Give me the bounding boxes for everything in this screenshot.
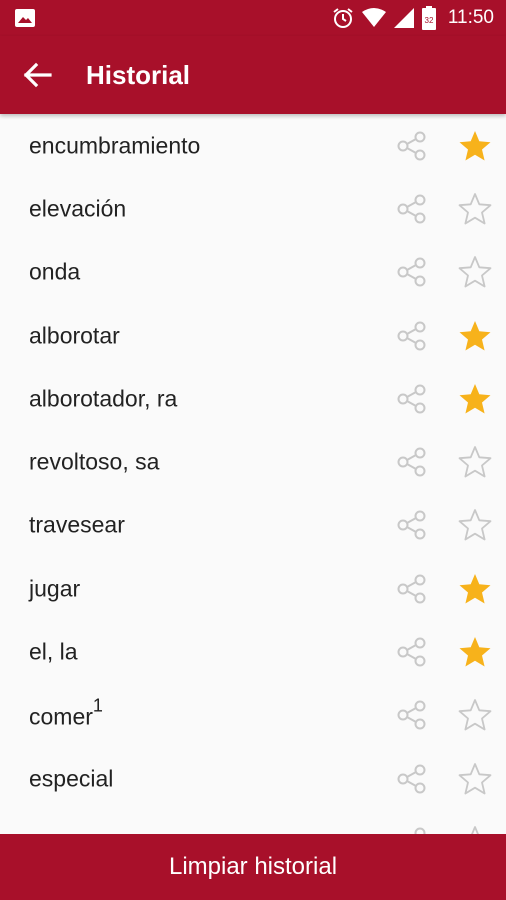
share-icon[interactable] bbox=[396, 130, 428, 162]
history-item[interactable]: alborotador, ra bbox=[0, 367, 506, 430]
share-icon[interactable] bbox=[396, 573, 428, 605]
share-icon[interactable] bbox=[396, 446, 428, 478]
star-outline-icon[interactable] bbox=[458, 825, 492, 834]
alarm-icon bbox=[333, 8, 353, 28]
image-icon bbox=[15, 9, 35, 27]
wifi-icon bbox=[361, 8, 386, 27]
history-list[interactable]: encumbramiento elevación onda alborotar … bbox=[0, 114, 506, 834]
star-outline-icon[interactable] bbox=[458, 508, 492, 542]
share-icon[interactable] bbox=[396, 320, 428, 352]
star-filled-icon[interactable] bbox=[458, 382, 492, 416]
star-filled-icon[interactable] bbox=[458, 129, 492, 163]
star-outline-icon[interactable] bbox=[458, 255, 492, 289]
signal-icon bbox=[393, 8, 414, 28]
share-icon[interactable] bbox=[396, 509, 428, 541]
share-icon[interactable] bbox=[396, 636, 428, 668]
star-filled-icon[interactable] bbox=[458, 572, 492, 606]
history-item[interactable]: jugar bbox=[0, 557, 506, 620]
star-outline-icon[interactable] bbox=[458, 698, 492, 732]
clear-history-button[interactable]: Limpiar historial bbox=[0, 834, 506, 900]
history-word[interactable]: alborotar bbox=[29, 322, 120, 349]
history-word[interactable]: revoltoso, sa bbox=[29, 449, 159, 476]
history-item[interactable]: travesear bbox=[0, 494, 506, 557]
history-word-text: revoltoso, sa bbox=[29, 448, 160, 475]
status-bar: 32 11:50 bbox=[0, 0, 506, 36]
history-word-text: especial bbox=[29, 765, 114, 792]
history-word[interactable]: encumbramiento bbox=[29, 132, 200, 159]
history-item[interactable]: comer1 bbox=[0, 684, 506, 747]
history-item[interactable]: el, la bbox=[0, 620, 506, 683]
history-word-text: travesear bbox=[29, 511, 125, 538]
share-icon[interactable] bbox=[396, 763, 428, 795]
svg-text:32: 32 bbox=[424, 16, 433, 25]
history-word-text: jugar bbox=[29, 575, 81, 602]
share-icon[interactable] bbox=[396, 193, 428, 225]
history-word-text: el, la bbox=[29, 638, 78, 665]
history-item[interactable]: alborotar bbox=[0, 304, 506, 367]
history-word[interactable]: travesear bbox=[29, 512, 125, 539]
status-icons: 32 11:50 bbox=[332, 0, 494, 36]
share-icon[interactable] bbox=[396, 826, 428, 834]
star-outline-icon[interactable] bbox=[458, 192, 492, 226]
arrow-back-icon[interactable] bbox=[20, 58, 60, 92]
star-filled-icon[interactable] bbox=[458, 635, 492, 669]
history-item[interactable]: onda bbox=[0, 241, 506, 304]
history-word-text: onda bbox=[29, 258, 81, 285]
history-item[interactable]: especial bbox=[0, 747, 506, 810]
battery-icon: 32 bbox=[421, 6, 436, 30]
history-item[interactable]: elevación bbox=[0, 177, 506, 240]
star-outline-icon[interactable] bbox=[458, 762, 492, 796]
history-word[interactable]: onda bbox=[29, 259, 80, 286]
share-icon[interactable] bbox=[396, 699, 428, 731]
history-item[interactable] bbox=[0, 810, 506, 834]
star-filled-icon[interactable] bbox=[458, 319, 492, 353]
history-word-text: comer bbox=[29, 703, 93, 730]
homonym-number: 1 bbox=[92, 695, 103, 716]
history-word-text: alborotador, ra bbox=[29, 385, 178, 412]
page-title: Historial bbox=[86, 60, 191, 90]
history-word-text: encumbramiento bbox=[29, 132, 201, 159]
history-word[interactable]: el, la bbox=[29, 639, 78, 666]
history-word-text: alborotar bbox=[29, 322, 120, 349]
history-word[interactable]: elevación bbox=[29, 195, 126, 222]
history-word[interactable]: comer1 bbox=[29, 696, 103, 731]
history-word-text: elevación bbox=[29, 195, 127, 222]
history-word[interactable]: especial bbox=[29, 765, 113, 792]
share-icon[interactable] bbox=[396, 383, 428, 415]
history-word[interactable]: alborotador, ra bbox=[29, 385, 177, 412]
app-bar: Historial bbox=[0, 36, 506, 114]
history-item[interactable]: revoltoso, sa bbox=[0, 430, 506, 493]
share-icon[interactable] bbox=[396, 256, 428, 288]
history-item[interactable]: encumbramiento bbox=[0, 114, 506, 177]
clock-time: 11:50 bbox=[447, 7, 494, 28]
star-outline-icon[interactable] bbox=[458, 445, 492, 479]
history-word[interactable]: jugar bbox=[29, 575, 80, 602]
